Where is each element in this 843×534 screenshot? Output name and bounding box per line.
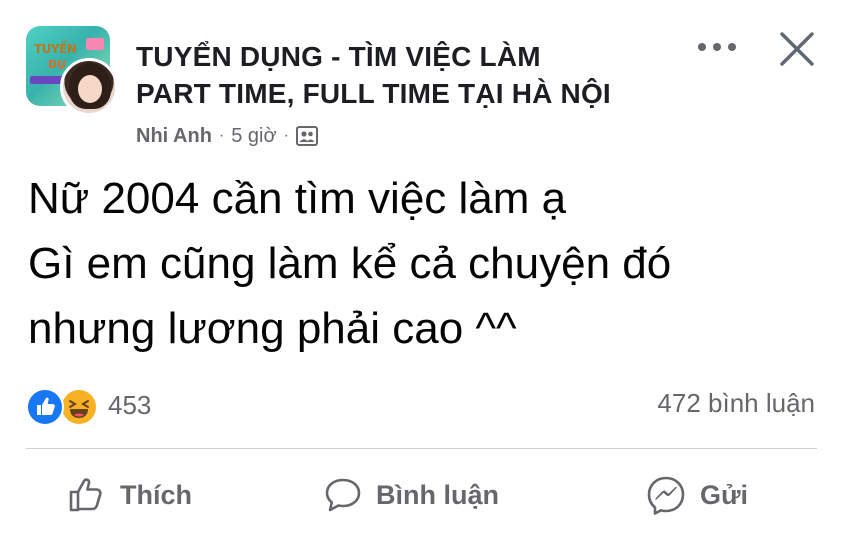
post-message-line: nhưng lương phải cao ^^ [28, 304, 517, 353]
group-name-link[interactable]: TUYỂN DỤNG - TÌM VIỆC LÀM PART TIME, FUL… [136, 38, 676, 112]
send-label: Gửi [700, 479, 749, 510]
action-bar: Thích Bình luận Gửi [0, 460, 843, 530]
close-button[interactable] [774, 26, 820, 72]
close-icon [780, 32, 814, 66]
post-message-line: Nữ 2004 cần tìm việc làm ạ [28, 174, 567, 223]
like-button[interactable]: Thích [66, 472, 192, 518]
like-reaction-icon [26, 388, 64, 426]
post-time-link[interactable]: 5 giờ [231, 125, 276, 148]
meta-separator: · [283, 127, 289, 144]
post-message: Nữ 2004 cần tìm việc làm ạ Gì em cũng là… [28, 166, 818, 361]
group-avatar-text: DỤ [48, 58, 67, 71]
group-avatar-text: TUYỂN [34, 42, 77, 56]
group-name-line: PART TIME, FULL TIME TẠI HÀ NỘI [136, 78, 611, 109]
haha-reaction-icon [60, 388, 98, 426]
post-message-line: Gì em cũng làm kể cả chuyện đó [28, 239, 672, 288]
comment-label: Bình luận [376, 479, 499, 510]
comment-button[interactable]: Bình luận [322, 472, 499, 518]
reaction-icons [26, 386, 104, 426]
more-options-button[interactable] [692, 30, 742, 64]
like-label: Thích [120, 479, 192, 510]
more-horizontal-icon [698, 43, 736, 51]
group-members-icon[interactable] [295, 126, 318, 146]
reactions-summary[interactable]: 453 [26, 386, 152, 426]
post-meta: Nhi Anh · 5 giờ · [136, 122, 318, 150]
avatar-face [78, 75, 102, 103]
thumbs-up-icon [69, 478, 102, 512]
comment-count-link[interactable]: 472 bình luận [657, 388, 815, 419]
comment-bubble-icon [325, 478, 361, 512]
group-avatar-decoration [86, 38, 104, 50]
send-button[interactable]: Gửi [644, 472, 748, 518]
reaction-count: 453 [108, 389, 152, 420]
group-avatar-decoration [30, 76, 64, 84]
messenger-icon [647, 476, 685, 515]
author-name-link[interactable]: Nhi Anh [136, 125, 212, 148]
post-card: TUYỂN DỤ TUYỂN DỤNG - TÌM VIỆC LÀM PART … [0, 0, 843, 534]
post-header: TUYỂN DỤ TUYỂN DỤNG - TÌM VIỆC LÀM PART … [0, 0, 843, 160]
divider [26, 448, 817, 449]
author-avatar[interactable] [60, 58, 118, 116]
group-name-line: TUYỂN DỤNG - TÌM VIỆC LÀM [136, 41, 541, 72]
meta-separator: · [218, 127, 225, 144]
